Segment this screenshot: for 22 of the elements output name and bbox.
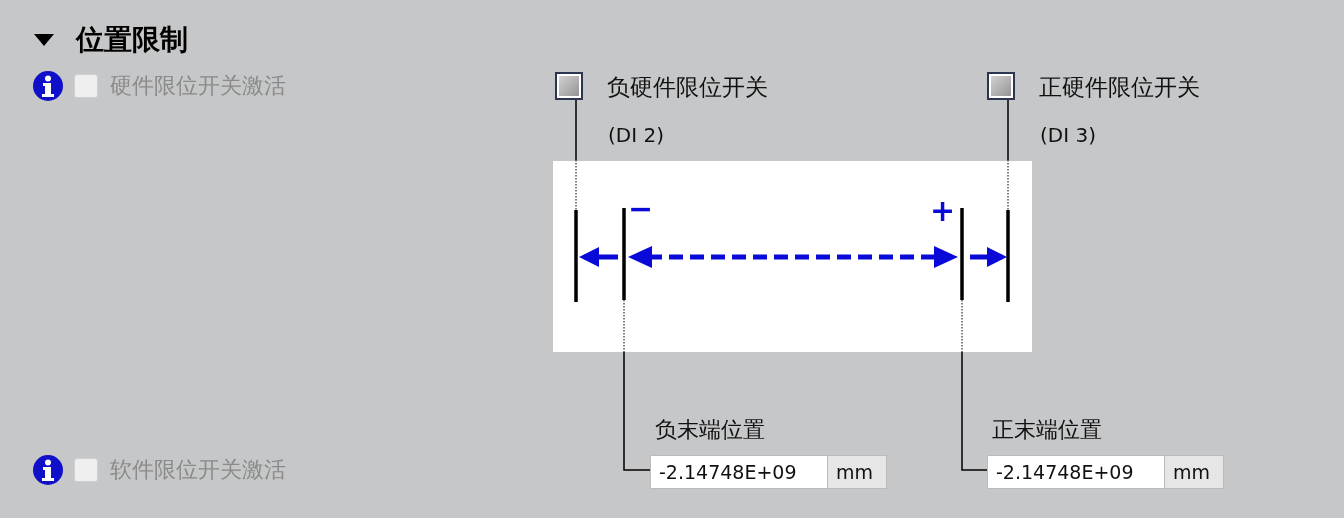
input-label: (DI 2) (608, 122, 664, 148)
checkbox-label: 硬件限位开关激活 (110, 72, 286, 100)
input-label: (DI 3) (1040, 122, 1096, 148)
arrow (970, 247, 1007, 267)
unit-label: mm (828, 455, 887, 489)
checkbox[interactable] (987, 72, 1015, 100)
minus-sign: − (628, 194, 654, 224)
info-icon[interactable] (32, 454, 64, 486)
switch-label: 正硬件限位开关 (1039, 73, 1200, 102)
input-field[interactable]: -2.14748E+09 (987, 455, 1165, 489)
field-label: 正末端位置 (992, 416, 1102, 444)
arrow (579, 247, 618, 267)
input-field[interactable]: -2.14748E+09 (650, 455, 828, 489)
unit-label: mm (1165, 455, 1224, 489)
info-icon[interactable] (32, 70, 64, 102)
collapse-triangle-icon[interactable] (34, 34, 54, 46)
field-label: 负末端位置 (655, 416, 765, 444)
switch-label: 负硬件限位开关 (607, 73, 768, 102)
checkbox[interactable] (555, 72, 583, 100)
checkbox-label: 软件限位开关激活 (110, 456, 286, 484)
section-title: 位置限制 (76, 22, 188, 58)
plus-sign: + (930, 196, 956, 226)
